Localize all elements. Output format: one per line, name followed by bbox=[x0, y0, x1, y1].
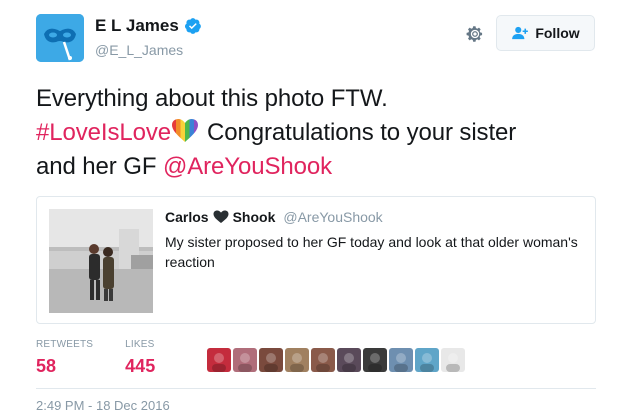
couple-avatar-icon[interactable] bbox=[259, 348, 284, 372]
quoted-tweet-card[interactable]: Carlos Shook @AreYouShook My sister prop… bbox=[36, 196, 596, 324]
quoted-author-handle[interactable]: @AreYouShook bbox=[283, 209, 382, 225]
quoted-author-last[interactable]: Shook bbox=[233, 209, 276, 225]
tweet-line-2: #LoveIsLove Congratulations to your sist… bbox=[36, 116, 596, 150]
tweet-stats: RETWEETS 58 LIKES 445 bbox=[36, 339, 466, 377]
palm-avatar-icon[interactable] bbox=[415, 348, 440, 372]
likes-label: LIKES bbox=[125, 339, 155, 350]
author-name-row[interactable]: E L James bbox=[95, 16, 202, 36]
rose-avatar-icon[interactable] bbox=[207, 348, 232, 372]
face-avatar-icon[interactable] bbox=[337, 348, 362, 372]
follow-button[interactable]: Follow bbox=[496, 15, 595, 51]
quoted-tweet-header: Carlos Shook @AreYouShook bbox=[165, 209, 585, 225]
dark-avatar-icon[interactable] bbox=[363, 348, 388, 372]
follow-label: Follow bbox=[535, 25, 580, 41]
blonde-avatar-icon[interactable] bbox=[311, 348, 336, 372]
author-handle[interactable]: @E_L_James bbox=[95, 42, 183, 58]
author-name[interactable]: E L James bbox=[95, 16, 179, 36]
quoted-author-first[interactable]: Carlos bbox=[165, 209, 209, 225]
likers-avatars bbox=[207, 348, 466, 372]
tweet-congrats: Congratulations to your sister bbox=[207, 119, 517, 146]
likes-stat[interactable]: LIKES 445 bbox=[125, 339, 155, 377]
proposal-photo-icon bbox=[49, 209, 153, 313]
quoted-tweet-photo[interactable] bbox=[49, 209, 153, 313]
selfie-avatar-icon[interactable] bbox=[285, 348, 310, 372]
rainbow-heart-icon bbox=[172, 119, 199, 142]
tweet-text: Everything about this photo FTW. #LoveIs… bbox=[36, 82, 596, 184]
retweets-label: RETWEETS bbox=[36, 339, 94, 350]
retweets-count[interactable]: 58 bbox=[36, 356, 93, 377]
black-heart-icon bbox=[213, 210, 229, 223]
tweet-line-3: and her GF @AreYouShook bbox=[36, 150, 596, 184]
blue-mask-avatar-icon bbox=[36, 14, 84, 62]
landscape-avatar-icon[interactable] bbox=[389, 348, 414, 372]
gear-icon[interactable] bbox=[465, 24, 485, 44]
verified-badge-icon bbox=[184, 18, 201, 34]
likes-count[interactable]: 445 bbox=[125, 356, 155, 377]
white-figure-avatar-icon[interactable] bbox=[441, 348, 466, 372]
divider bbox=[36, 388, 596, 389]
add-user-icon bbox=[512, 26, 529, 40]
retweets-stat[interactable]: RETWEETS 58 bbox=[36, 339, 93, 377]
author-avatar[interactable] bbox=[36, 14, 84, 62]
tweet-timestamp[interactable]: 2:49 PM - 18 Dec 2016 bbox=[36, 398, 170, 413]
quoted-tweet-text: My sister proposed to her GF today and l… bbox=[165, 234, 578, 270]
hashtag-link[interactable]: #LoveIsLove bbox=[36, 119, 171, 146]
quoted-tweet-body: Carlos Shook @AreYouShook My sister prop… bbox=[165, 209, 585, 272]
tweet-line-3-prefix: and her GF bbox=[36, 153, 157, 180]
person-avatar-icon[interactable] bbox=[233, 348, 258, 372]
tweet-line-1: Everything about this photo FTW. bbox=[36, 85, 388, 112]
mention-link[interactable]: @AreYouShook bbox=[163, 153, 332, 180]
